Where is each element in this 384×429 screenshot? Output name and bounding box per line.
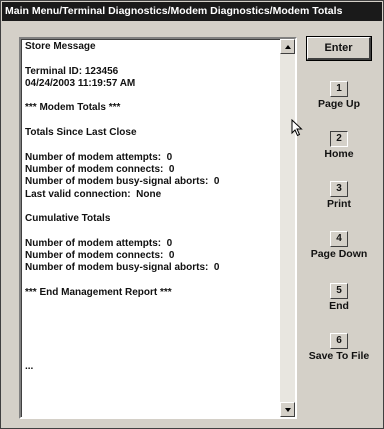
fkey-print[interactable]: 3 Print xyxy=(299,181,379,210)
report-line xyxy=(25,90,275,102)
report-line xyxy=(25,225,275,237)
report-line xyxy=(25,53,275,65)
fkey-page-down[interactable]: 4 Page Down xyxy=(299,231,379,260)
report-line: *** Modem Totals *** xyxy=(25,102,121,114)
report-line: Terminal ID: 123456 xyxy=(25,65,119,77)
report-line xyxy=(25,299,275,311)
fkey-number[interactable]: 5 xyxy=(330,283,348,299)
report-line xyxy=(25,336,275,348)
fkey-label: Print xyxy=(327,198,351,210)
fkey-label: Page Down xyxy=(310,248,368,260)
fkey-save-to-file[interactable]: 6 Save To File xyxy=(299,333,379,362)
fkey-end[interactable]: 5 End xyxy=(299,283,379,312)
fkey-number[interactable]: 2 xyxy=(330,131,348,147)
report-line: Number of modem attempts: 0 xyxy=(25,151,173,163)
enter-button[interactable]: Enter xyxy=(306,36,372,61)
report-line: Number of modem attempts: 0 xyxy=(25,237,173,249)
report-line xyxy=(25,275,275,287)
report-line: Number of modem connects: 0 xyxy=(25,163,175,175)
report-line: ... xyxy=(25,360,34,372)
report-line xyxy=(25,201,275,213)
report-line: Last valid connection: None xyxy=(25,188,162,200)
fkey-number[interactable]: 1 xyxy=(330,81,348,97)
fkey-home[interactable]: 2 Home xyxy=(299,131,379,160)
fkey-label: End xyxy=(329,300,349,312)
report-line: *** End Management Report *** xyxy=(25,286,172,298)
report-line: Cumulative Totals xyxy=(25,213,111,225)
report-line xyxy=(25,410,275,417)
report-content: Store Message Terminal ID: 123456 04/24/20… xyxy=(25,41,275,417)
report-line xyxy=(25,398,275,410)
report-line xyxy=(25,324,275,336)
report-line xyxy=(25,115,275,127)
fkey-number[interactable]: 6 xyxy=(330,333,348,349)
modem-totals-window: Main Menu/Terminal Diagnostics/Modem Dia… xyxy=(0,0,384,429)
fkey-page-up[interactable]: 1 Page Up xyxy=(299,81,379,110)
report-line xyxy=(25,312,275,324)
up-arrow-icon xyxy=(284,44,291,49)
fkey-label: Page Up xyxy=(317,98,360,110)
scroll-down-button[interactable] xyxy=(280,402,295,417)
report-line: Store Message xyxy=(25,41,96,52)
fkey-label: Home xyxy=(324,148,354,160)
fkey-number[interactable]: 4 xyxy=(330,231,348,247)
scroll-up-button[interactable] xyxy=(280,39,295,54)
client-area: Store Message Terminal ID: 123456 04/24/20… xyxy=(5,25,379,426)
report-line xyxy=(25,385,275,397)
fkey-label: Save To File xyxy=(308,350,370,362)
mouse-pointer-icon xyxy=(291,119,303,137)
report-text-area[interactable]: Store Message Terminal ID: 123456 04/24/20… xyxy=(19,37,297,419)
report-line: 04/24/2003 11:19:57 AM xyxy=(25,77,136,89)
report-line: Number of modem busy-signal aborts: 0 xyxy=(25,262,220,274)
report-line xyxy=(25,139,275,151)
report-line: Totals Since Last Close xyxy=(25,127,137,139)
report-line: Number of modem connects: 0 xyxy=(25,250,175,262)
report-line xyxy=(25,348,275,360)
vertical-scrollbar[interactable] xyxy=(280,39,295,417)
report-line: Number of modem busy-signal aborts: 0 xyxy=(25,176,220,188)
window-title: Main Menu/Terminal Diagnostics/Modem Dia… xyxy=(2,2,382,21)
down-arrow-icon xyxy=(284,407,291,412)
fkey-number[interactable]: 3 xyxy=(330,181,348,197)
report-line xyxy=(25,373,275,385)
